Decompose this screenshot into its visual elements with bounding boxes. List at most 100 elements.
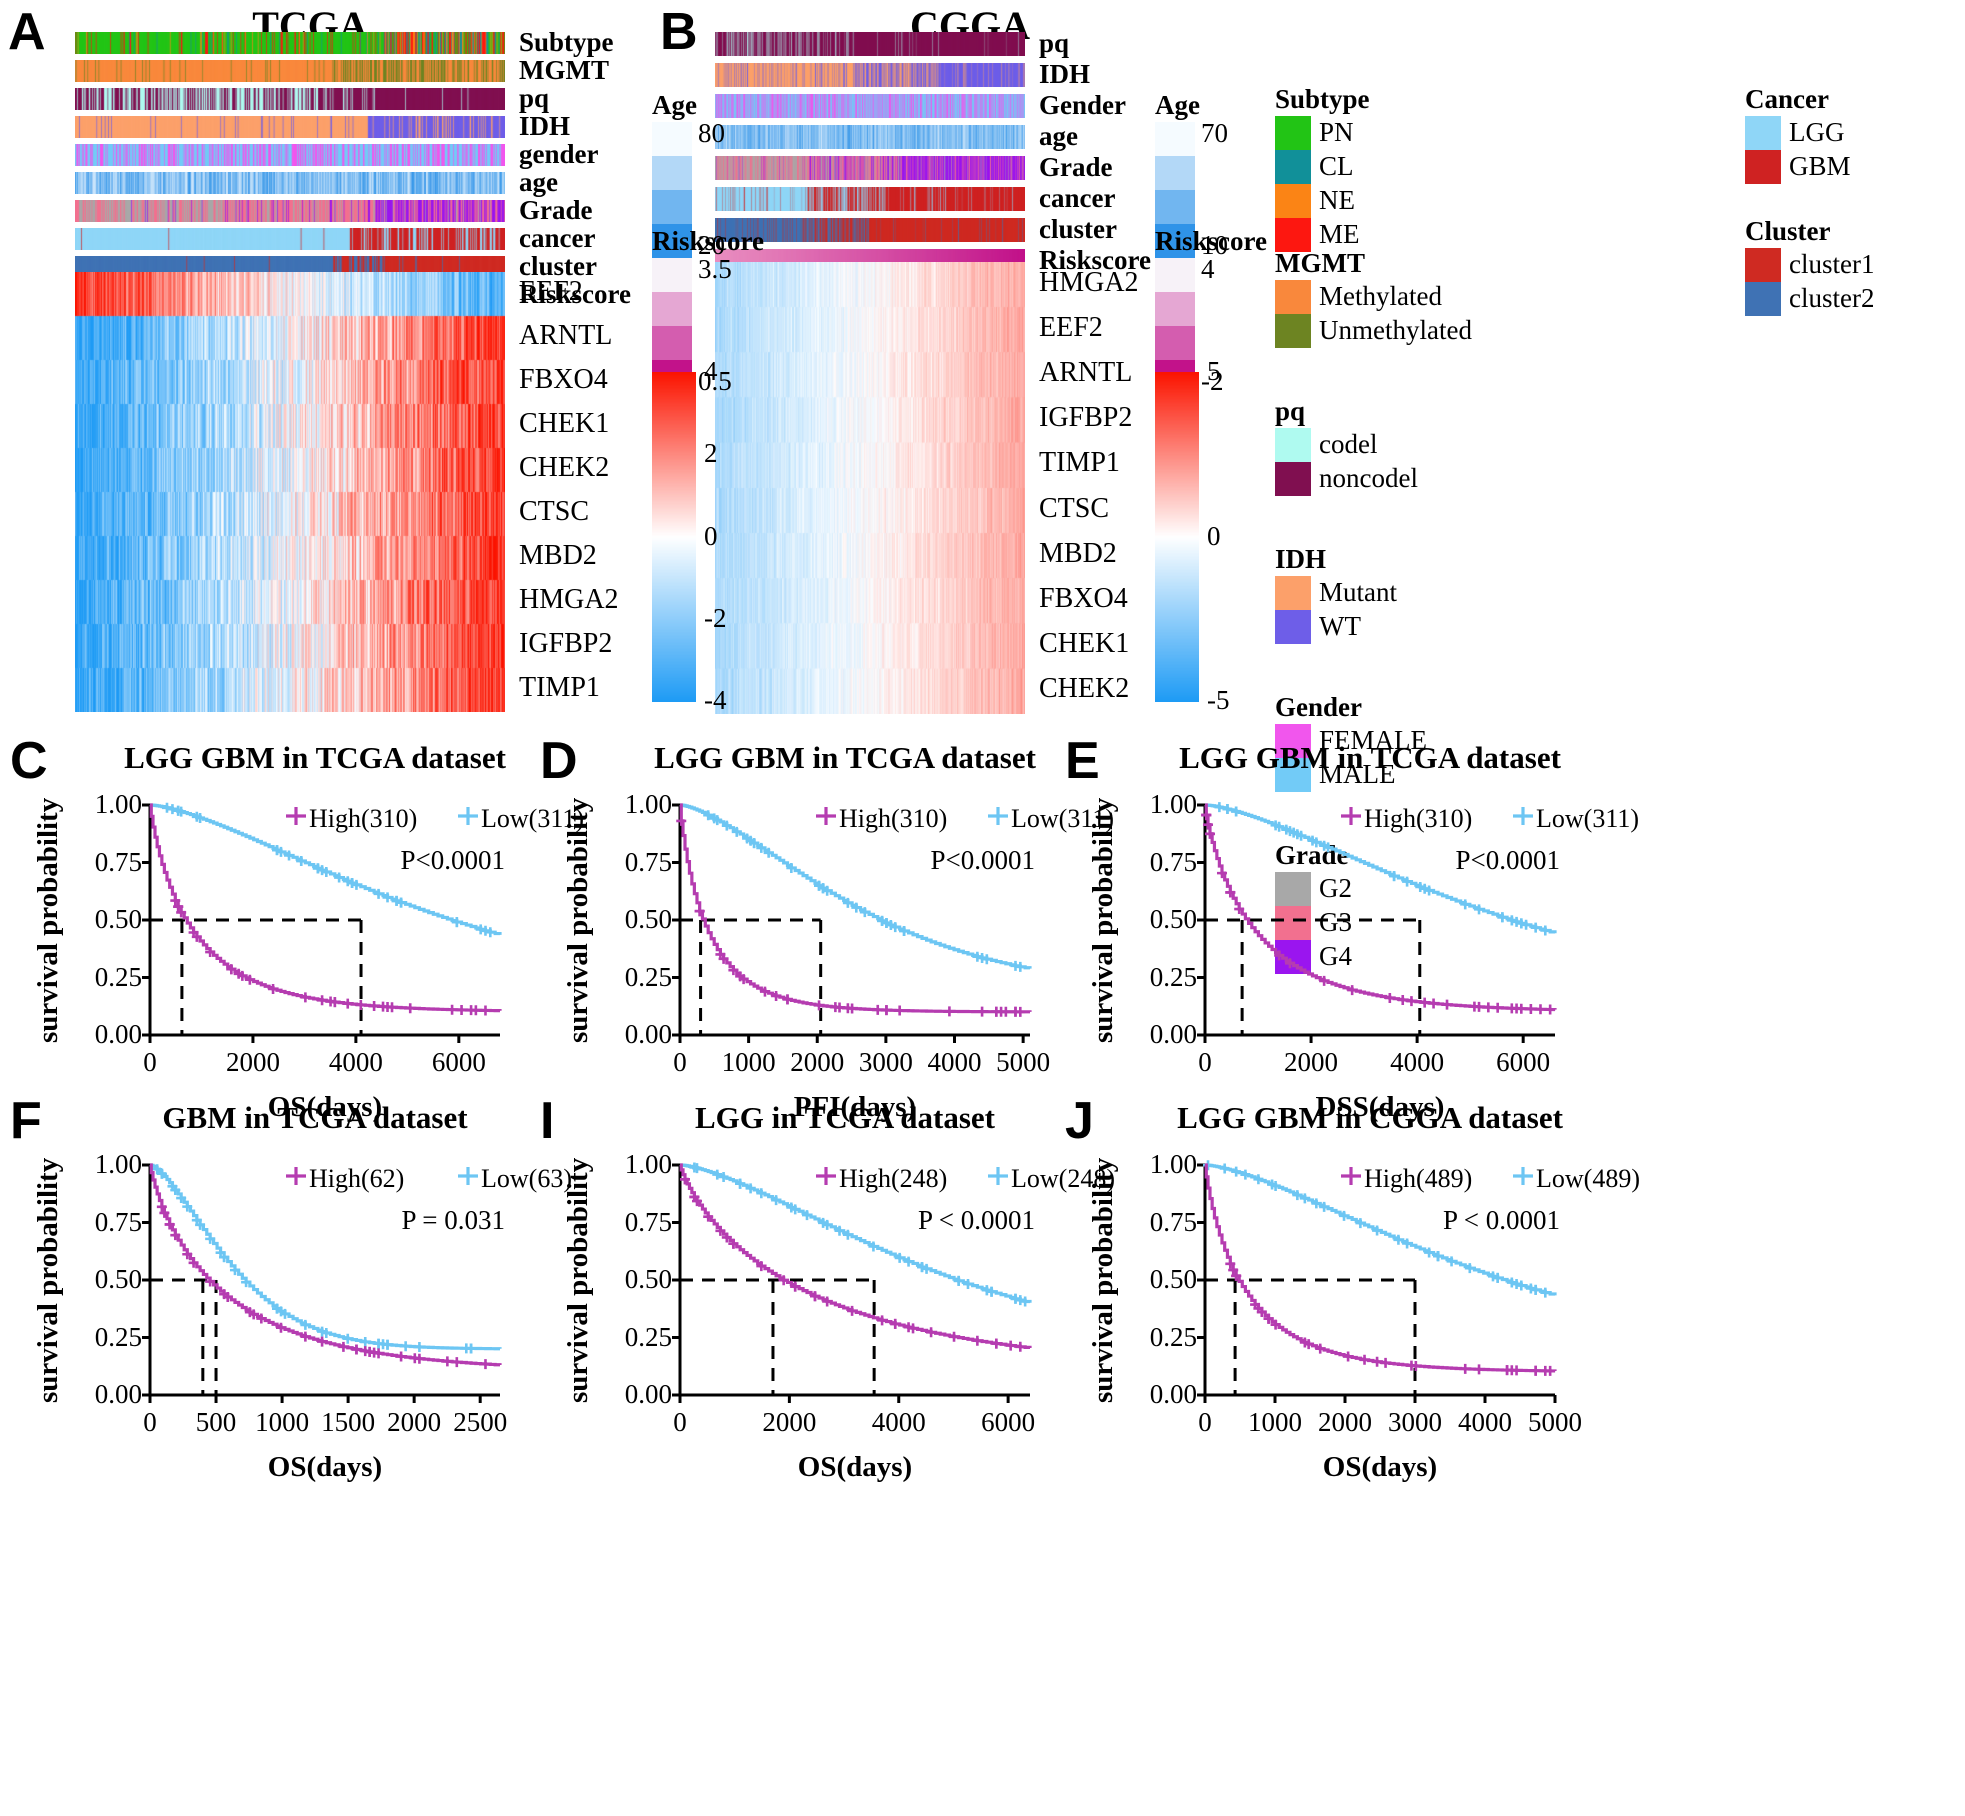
km-ytick-c-3: 0.25 xyxy=(94,961,142,992)
legend-swatch-riskscore-tcga-0 xyxy=(652,258,692,292)
gene-label-ctsc: CTSC xyxy=(519,496,590,527)
km-legend-marker-c-high xyxy=(286,807,306,825)
gene-label-mbd2: MBD2 xyxy=(519,540,597,571)
km-pvalue-e: P<0.0001 xyxy=(1455,845,1561,875)
legend-label-idh-mutant: Mutant xyxy=(1319,577,1397,607)
km-legend-marker-e-high xyxy=(1341,807,1361,825)
anno-track-pq xyxy=(75,88,505,115)
km-legend-label-e-high: High(310) xyxy=(1364,804,1473,833)
anno-label-cgga-pq: pq xyxy=(1039,28,1070,58)
anno-label-gender: gender xyxy=(519,139,599,169)
gene-label-hmga2: HMGA2 xyxy=(519,584,619,615)
gene-label-cgga-chek2: CHEK2 xyxy=(1039,673,1130,705)
km-pvalue-d: P<0.0001 xyxy=(930,845,1036,875)
km-curve-J-high xyxy=(1204,1163,1557,1373)
km-ytick-c-1: 0.75 xyxy=(94,846,142,877)
km-ytick-e-1: 0.75 xyxy=(1149,846,1197,877)
km-ylabel-f: survival probability xyxy=(32,1157,64,1403)
legend-max-age-cgga: 70 xyxy=(1201,118,1228,148)
km-xtick-c-1: 2000 xyxy=(225,1047,280,1077)
anno-label-age: age xyxy=(519,167,558,197)
km-ytick-j-1: 0.75 xyxy=(1149,1206,1197,1237)
legend-title-gender: Gender xyxy=(1275,692,1362,722)
anno-track-cgga-grade xyxy=(715,156,1025,185)
km-ytick-f-1: 0.75 xyxy=(94,1206,142,1237)
anno-track-idh xyxy=(75,116,505,143)
legend-label-subtype-pn: PN xyxy=(1319,117,1354,147)
km-ylabel-c: survival probability xyxy=(32,797,64,1043)
anno-label-subtype: Subtype xyxy=(519,27,614,57)
km-xtick-d-5: 5000 xyxy=(996,1047,1051,1077)
km-legend-label-c-high: High(310) xyxy=(309,804,418,833)
anno-track-gender xyxy=(75,144,505,171)
km-legend-marker-d-low xyxy=(988,807,1008,825)
km-ytick-i-1: 0.75 xyxy=(624,1206,672,1237)
km-ytick-d-2: 0.50 xyxy=(624,904,672,934)
km-legend-label-d-high: High(310) xyxy=(839,804,948,833)
legend-swatch-age-tcga-2 xyxy=(652,190,692,224)
legend-max-riskscore-cgga: 4 xyxy=(1201,254,1215,284)
gene-label-cgga-mbd2: MBD2 xyxy=(1039,537,1117,569)
km-title-d: LGG GBM in TCGA dataset xyxy=(654,740,1036,775)
legend-swatch-subtype-pn xyxy=(1275,116,1311,150)
anno-track-cgga-pq xyxy=(715,32,1025,61)
km-pvalue-i: P < 0.0001 xyxy=(918,1205,1035,1235)
legend-title-cluster: Cluster xyxy=(1745,216,1831,246)
km-curve-C-high xyxy=(149,803,502,1013)
legend-swatch-cancer-gbm xyxy=(1745,150,1781,184)
km-ytick-j-0: 1.00 xyxy=(1149,1149,1197,1179)
colorbar-tick-tcga-2: 0 xyxy=(704,520,718,551)
km-ytick-i-4: 0.00 xyxy=(624,1379,672,1409)
km-ytick-f-0: 1.00 xyxy=(94,1149,142,1179)
colorbar-cgga xyxy=(1155,372,1199,702)
km-xtick-e-0: 0 xyxy=(1198,1047,1212,1077)
km-xtick-i-2: 4000 xyxy=(871,1407,926,1437)
km-ytick-j-3: 0.25 xyxy=(1149,1321,1197,1352)
km-title-i: LGG in TCGA dataset xyxy=(694,1100,995,1135)
km-curve-E-high xyxy=(1204,803,1557,1012)
km-ytick-i-0: 1.00 xyxy=(624,1149,672,1179)
km-legend-marker-d-high xyxy=(816,807,836,825)
expression-heatmap-tcga xyxy=(75,272,505,712)
km-ytick-e-3: 0.25 xyxy=(1149,961,1197,992)
legend-swatch-riskscore-tcga-2 xyxy=(652,326,692,360)
km-ytick-c-2: 0.50 xyxy=(94,904,142,934)
anno-track-mgmt xyxy=(75,60,505,87)
km-legend-label-e-low: Low(311) xyxy=(1536,804,1640,833)
legend-max-riskscore-tcga: 3.5 xyxy=(698,254,732,284)
anno-label-cgga-cluster: cluster xyxy=(1039,214,1117,244)
legend-swatch-subtype-me xyxy=(1275,218,1311,252)
panel-letter-a: A xyxy=(8,3,46,61)
km-ytick-i-2: 0.50 xyxy=(624,1264,672,1294)
anno-label-cgga-cancer: cancer xyxy=(1039,183,1116,213)
legend-swatch-riskscore-cgga-0 xyxy=(1155,258,1195,292)
legend-swatch-subtype-ne xyxy=(1275,184,1311,218)
km-xtick-e-1: 2000 xyxy=(1284,1047,1339,1077)
km-ytick-j-4: 0.00 xyxy=(1149,1379,1197,1409)
anno-track-cancer xyxy=(75,228,505,255)
gene-label-eef2: EEF2 xyxy=(519,276,583,307)
anno-track-cgga-age xyxy=(715,125,1025,154)
colorbar-tick-cgga-2: -5 xyxy=(1207,685,1230,715)
km-pvalue-c: P<0.0001 xyxy=(400,845,506,875)
legend-title-cancer: Cancer xyxy=(1745,84,1829,114)
anno-label-mgmt: MGMT xyxy=(519,55,609,85)
km-xtick-c-3: 6000 xyxy=(431,1047,486,1077)
gene-label-arntl: ARNTL xyxy=(519,320,613,351)
km-ytick-f-2: 0.50 xyxy=(94,1264,142,1294)
km-ytick-c-0: 1.00 xyxy=(94,789,142,819)
km-xtick-c-0: 0 xyxy=(143,1047,157,1077)
legend-swatch-age-cgga-0 xyxy=(1155,122,1195,156)
km-legend-marker-e-low xyxy=(1513,807,1533,825)
km-ytick-j-2: 0.50 xyxy=(1149,1264,1197,1294)
anno-label-cgga-age: age xyxy=(1039,121,1078,151)
legend-swatch-cancer-lgg xyxy=(1745,116,1781,150)
gene-label-cgga-igfbp2: IGFBP2 xyxy=(1039,402,1133,434)
anno-track-cgga-gender xyxy=(715,94,1025,123)
km-ylabel-j: survival probability xyxy=(1087,1157,1119,1403)
colorbar-tick-tcga-4: -4 xyxy=(704,685,727,715)
km-xtick-i-0: 0 xyxy=(673,1407,687,1437)
legend-title-mgmt: MGMT xyxy=(1275,248,1365,278)
gene-label-cgga-fbxo4: FBXO4 xyxy=(1039,583,1128,614)
km-ytick-d-3: 0.25 xyxy=(624,961,672,992)
